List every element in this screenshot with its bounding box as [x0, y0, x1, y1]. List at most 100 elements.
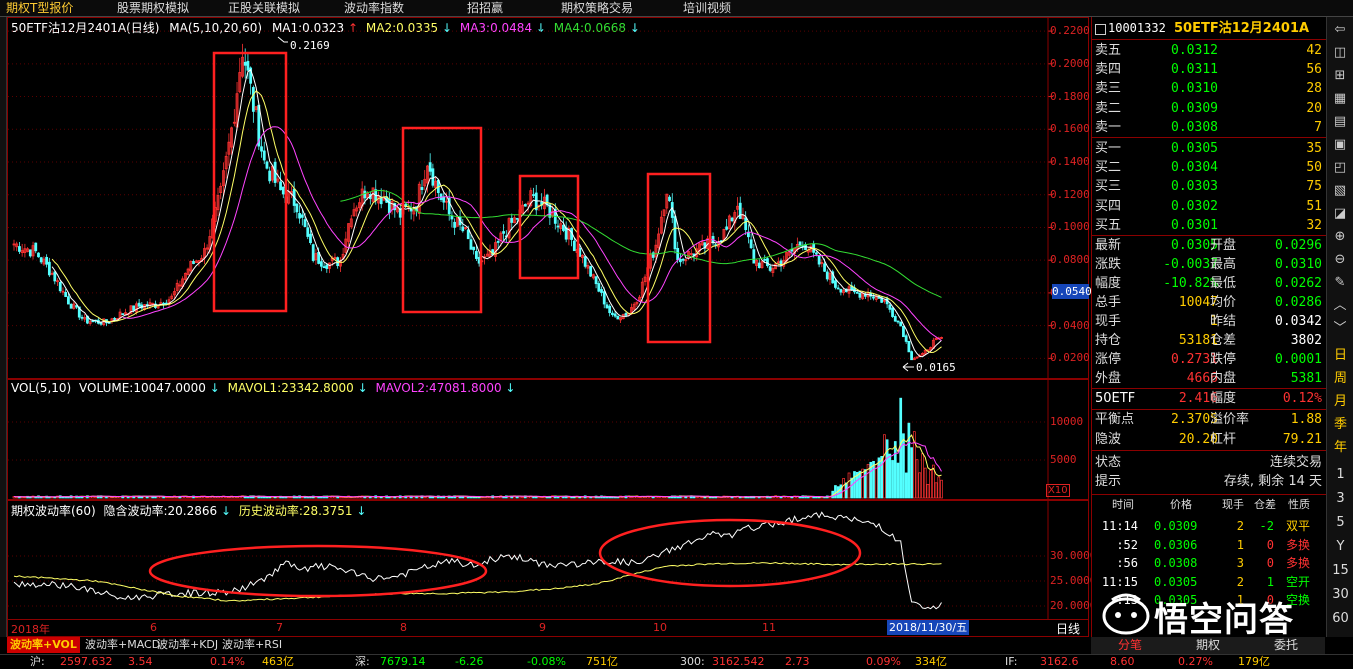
bid-row[interactable]: 买四 0.0302 51 [1092, 197, 1326, 216]
period-quarter[interactable]: 季 [1327, 413, 1353, 432]
bid-row[interactable]: 买五 0.0301 32 [1092, 216, 1326, 235]
period-60min[interactable]: 60 [1327, 611, 1353, 626]
candle-body [132, 305, 136, 311]
menu-zhaozhaoying[interactable]: 招招赢 [467, 0, 503, 16]
menu-strategy-trading[interactable]: 期权策略交易 [561, 0, 633, 16]
volume-bar [194, 496, 198, 499]
candle-body [888, 304, 892, 310]
volatility-tick-label: 25.0000 [1050, 574, 1097, 587]
ask-row[interactable]: 卖五 0.0312 42 [1092, 41, 1326, 60]
x-label-oct: 10 [653, 621, 667, 634]
ma4-line [340, 189, 942, 298]
tab-volatility-macd[interactable]: 波动率+MACD [85, 637, 160, 653]
period-label[interactable]: 日线 [1056, 620, 1080, 637]
underlying-row: 50ETF 2.416 幅度 0.12% [1092, 389, 1326, 408]
stat-value: 3802 [1290, 333, 1322, 348]
candle-body [798, 241, 802, 246]
candle-body [583, 256, 587, 267]
tab-ticks[interactable]: 分笔 [1091, 637, 1169, 654]
period-month[interactable]: 月 [1327, 390, 1353, 409]
ask-row[interactable]: 卖四 0.0311 56 [1092, 60, 1326, 79]
stat-value: 4666 [1186, 371, 1218, 386]
candle-body [28, 249, 32, 257]
sz-value: 7679.14 [380, 655, 426, 668]
period-3min[interactable]: 3 [1327, 491, 1353, 506]
menu-volatility-index[interactable]: 波动率指数 [344, 0, 404, 16]
candle-body [431, 168, 435, 186]
table-icon[interactable]: ▦ [1331, 90, 1349, 108]
volume-panel[interactable]: VOL(5,10) VOLUME:10047.0000 ↓ MAVOL1:233… [7, 379, 1089, 500]
kline-chart-icon[interactable]: ⊞ [1331, 67, 1349, 85]
grid-icon[interactable]: ▤ [1331, 113, 1349, 131]
bid-volume: 32 [1306, 217, 1322, 233]
volume-bar [368, 496, 372, 499]
price-tick-label: 0.2000 [1050, 56, 1090, 70]
underlying-range-label: 幅度 [1210, 391, 1237, 406]
period-y[interactable]: Y [1327, 539, 1353, 554]
volume-tick-label: 5000 [1050, 453, 1077, 466]
volume-bar [768, 496, 772, 499]
menu-underlying-sim[interactable]: 正股关联模拟 [228, 0, 300, 16]
menu-t-quote[interactable]: 期权T型报价 [6, 0, 73, 16]
volume-bar [926, 483, 930, 499]
menu-stock-option-sim[interactable]: 股票期权模拟 [117, 0, 189, 16]
ask-row[interactable]: 卖三 0.0310 28 [1092, 79, 1326, 98]
menu-training-video[interactable]: 培训视频 [683, 0, 731, 16]
volatility-chart-svg [8, 501, 1049, 619]
sh-change: 3.54 [128, 655, 153, 668]
candle-body [461, 226, 465, 232]
ask-row[interactable]: 卖二 0.0309 20 [1092, 99, 1326, 118]
s300-pct: 0.09% [866, 655, 901, 668]
intraday-chart-icon[interactable]: ◫ [1331, 44, 1349, 62]
bid-row[interactable]: 买三 0.0303 75 [1092, 177, 1326, 196]
kline-panel[interactable]: 50ETF沽12月2401A(日线) MA(5,10,20,60) MA1:0.… [7, 17, 1092, 379]
tab-volatility-kdj[interactable]: 波动率+KDJ [157, 637, 218, 653]
zoom-out-icon[interactable]: ⊖ [1331, 251, 1349, 269]
date-axis: 2018年 6 7 8 9 10 11 2018/11/30/五 日线 [7, 620, 1089, 637]
info-icon[interactable]: ◪ [1331, 205, 1349, 223]
tab-options[interactable]: 期权 [1169, 637, 1247, 654]
period-week[interactable]: 周 [1327, 367, 1353, 386]
volume-bar [695, 496, 699, 499]
trades-header-nature: 性质 [1288, 498, 1310, 511]
ask-volume: 20 [1306, 100, 1322, 116]
stat-value: 0.0342 [1275, 314, 1322, 329]
ma3-line [122, 126, 942, 341]
volume-bar [940, 479, 943, 499]
period-1min[interactable]: 1 [1327, 467, 1353, 482]
bid-row[interactable]: 买一 0.0305 35 [1092, 139, 1326, 158]
ask-row[interactable]: 卖一 0.0308 7 [1092, 118, 1326, 137]
ask-volume: 42 [1306, 43, 1322, 58]
chevron-down-icon[interactable]: ﹀ [1331, 320, 1349, 338]
candle-body [738, 202, 742, 219]
period-day[interactable]: 日 [1327, 344, 1353, 363]
tab-orders[interactable]: 委托 [1247, 637, 1325, 654]
tab-volatility-rsi[interactable]: 波动率+RSI [222, 637, 282, 653]
volume-bar [341, 496, 345, 499]
period-30min[interactable]: 30 [1327, 587, 1353, 602]
stat-row: 涨停 0.2731 跌停 0.0001 [1092, 350, 1326, 369]
period-5min[interactable]: 5 [1327, 515, 1353, 530]
candle-body [564, 227, 568, 240]
zoom-in-icon[interactable]: ⊕ [1331, 228, 1349, 246]
chevron-up-icon[interactable]: ︿ [1331, 297, 1349, 315]
volume-bar [246, 496, 250, 499]
back-icon[interactable]: ⇦ [1331, 21, 1349, 39]
period-year[interactable]: 年 [1327, 436, 1353, 455]
state-value: 连续交易 [1269, 455, 1322, 470]
code-checkbox-icon[interactable] [1095, 24, 1106, 35]
candle-body [902, 325, 905, 338]
window-icon[interactable]: ◰ [1331, 159, 1349, 177]
volatility-panel[interactable]: 期权波动率(60) 隐含波动率:20.2866 ↓ 历史波动率:28.3751 … [7, 500, 1096, 620]
price-tick-label: 0.1600 [1050, 122, 1090, 136]
f10-icon[interactable]: ▧ [1331, 182, 1349, 200]
divider [1092, 137, 1326, 138]
tab-volatility-vol[interactable]: 波动率+VOL [7, 637, 80, 653]
layout-icon[interactable]: ▣ [1331, 136, 1349, 154]
period-15min[interactable]: 15 [1327, 563, 1353, 578]
volume-bar [904, 472, 908, 499]
volume-bar [874, 463, 878, 499]
trade-nature: 多换 [1286, 537, 1311, 552]
bid-row[interactable]: 买二 0.0304 50 [1092, 158, 1326, 177]
draw-icon[interactable]: ✎ [1331, 274, 1349, 292]
